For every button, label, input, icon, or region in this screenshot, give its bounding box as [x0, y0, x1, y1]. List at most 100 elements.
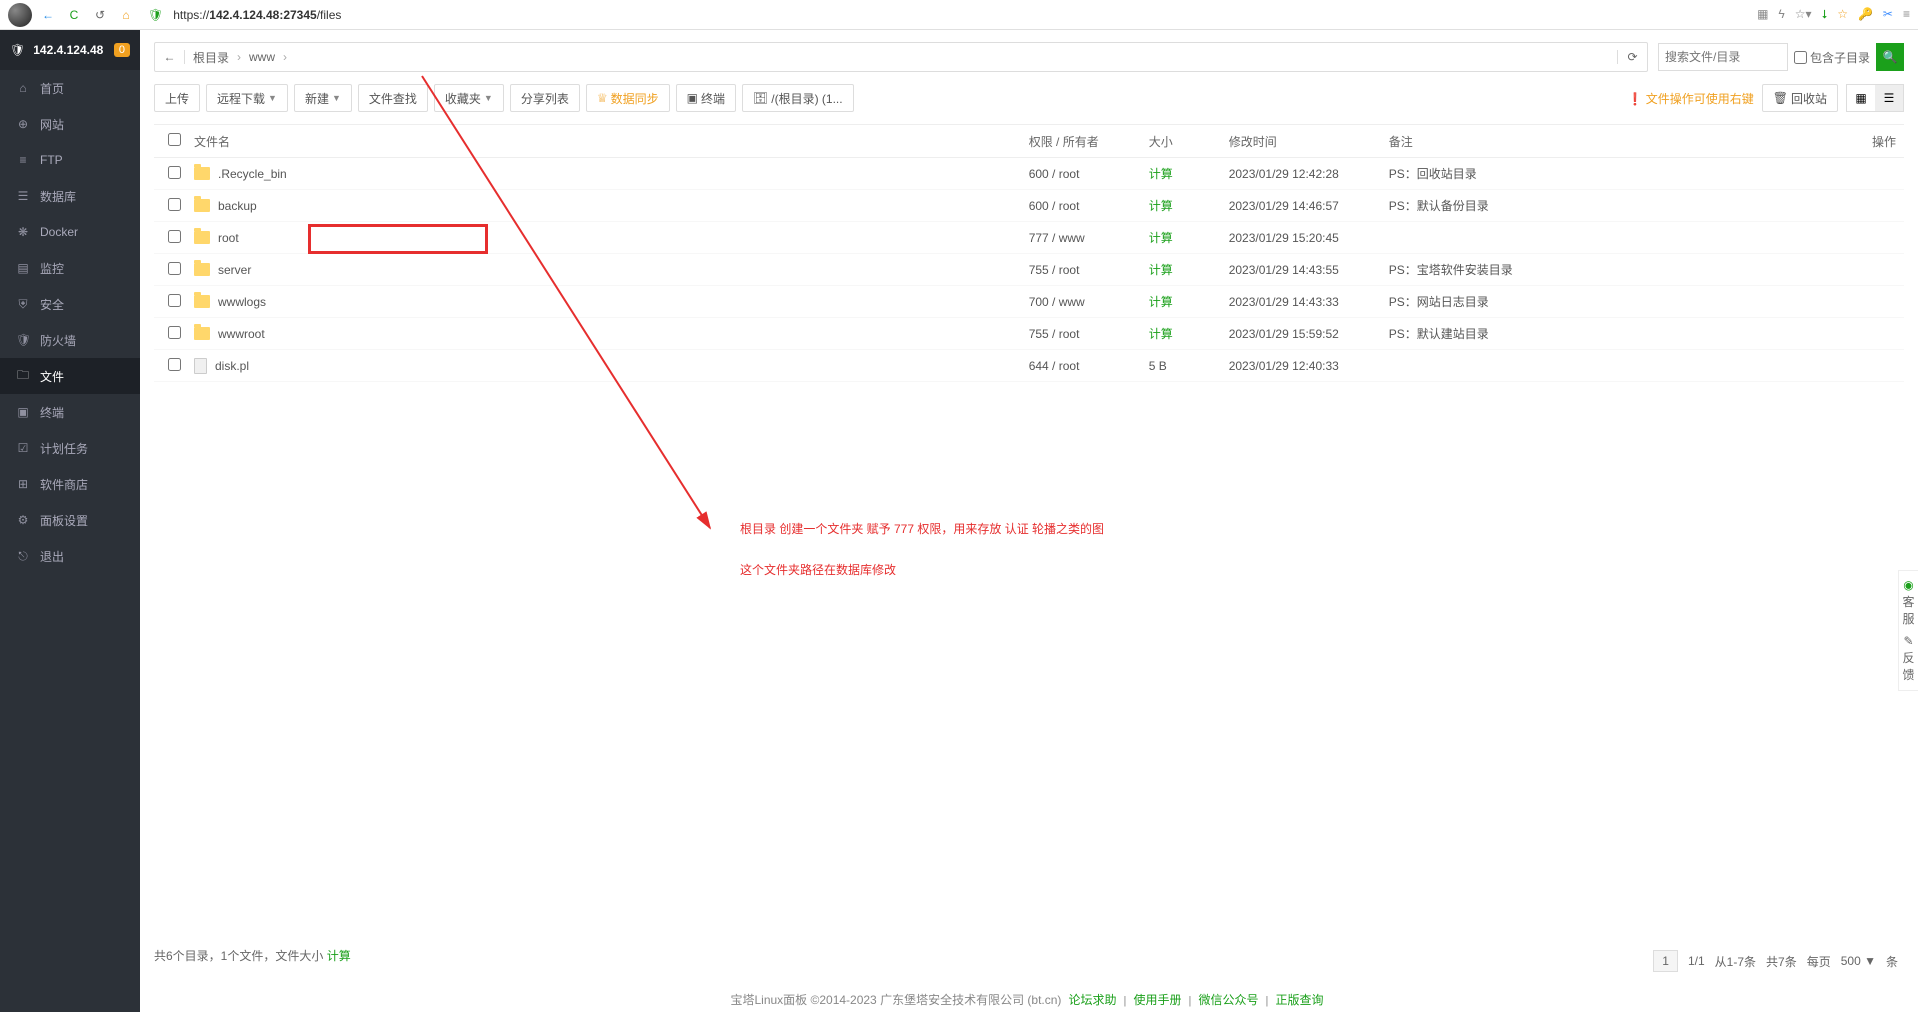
sidebar-item-8[interactable]: 🗀文件: [0, 358, 140, 394]
file-name[interactable]: wwwlogs: [218, 295, 266, 309]
recycle-button[interactable]: 🗑 回收站: [1762, 84, 1838, 112]
crumb-root[interactable]: 根目录: [185, 49, 237, 66]
avatar[interactable]: [8, 3, 32, 27]
back-icon[interactable]: ←: [38, 5, 58, 25]
file-time: 2023/01/29 15:20:45: [1229, 231, 1389, 245]
remote-download-button[interactable]: 远程下载▼: [206, 84, 288, 112]
data-sync-button[interactable]: ♕ 数据同步: [586, 84, 670, 112]
key-icon[interactable]: 🔑: [1858, 7, 1873, 22]
search-input[interactable]: [1658, 43, 1788, 71]
row-checkbox[interactable]: [168, 198, 181, 211]
disk-button[interactable]: 🗄 /(根目录) (1...: [742, 84, 854, 112]
table-row[interactable]: root777 / www计算2023/01/29 15:20:45: [154, 222, 1904, 254]
sidebar-item-5[interactable]: ▤监控: [0, 250, 140, 286]
folder-icon: [194, 199, 210, 212]
file-note: PS：默认建站目录: [1389, 325, 1844, 342]
footer-link[interactable]: 论坛求助: [1068, 993, 1116, 1007]
sidebar-item-3[interactable]: ☰数据库: [0, 178, 140, 214]
table-row[interactable]: server755 / root计算2023/01/29 14:43:55PS：…: [154, 254, 1904, 286]
perpage-select[interactable]: 500 ▼: [1841, 954, 1876, 968]
row-checkbox[interactable]: [168, 294, 181, 307]
sidebar-item-12[interactable]: ⚙面板设置: [0, 502, 140, 538]
row-checkbox[interactable]: [168, 230, 181, 243]
url-bar[interactable]: https://142.4.124.48:27345/files: [173, 8, 341, 22]
refresh-icon[interactable]: ⟳: [1617, 50, 1647, 64]
flash-icon[interactable]: ϟ: [1778, 7, 1784, 22]
sidebar-item-13[interactable]: ⎋退出: [0, 538, 140, 574]
share-list-button[interactable]: 分享列表: [510, 84, 580, 112]
sidebar-icon: ▣: [16, 405, 30, 419]
crumb-www[interactable]: www: [241, 50, 283, 64]
footer-link[interactable]: 使用手册: [1133, 993, 1181, 1007]
table-row[interactable]: wwwroot755 / root计算2023/01/29 15:59:52PS…: [154, 318, 1904, 350]
upload-button[interactable]: 上传: [154, 84, 200, 112]
file-name[interactable]: backup: [218, 199, 257, 213]
restore-icon[interactable]: ↺: [90, 5, 110, 25]
select-all-checkbox[interactable]: [168, 133, 181, 146]
file-name[interactable]: disk.pl: [215, 359, 249, 373]
star-icon[interactable]: ☆▾: [1795, 7, 1812, 22]
qr-icon[interactable]: ▦: [1757, 7, 1768, 22]
file-perm: 600 / root: [1029, 199, 1149, 213]
server-ip: 142.4.124.48: [33, 43, 103, 57]
search-button[interactable]: 🔍: [1876, 43, 1904, 71]
sidebar-item-2[interactable]: ≡FTP: [0, 142, 140, 178]
row-checkbox[interactable]: [168, 262, 181, 275]
include-subdir-checkbox[interactable]: 包含子目录: [1794, 49, 1870, 66]
col-op: 操作: [1844, 133, 1904, 150]
sidebar-item-0[interactable]: ⌂首页: [0, 70, 140, 106]
table-row[interactable]: .Recycle_bin600 / root计算2023/01/29 12:42…: [154, 158, 1904, 190]
sidebar-icon: ⎋: [16, 549, 30, 564]
footer-link[interactable]: 正版查询: [1275, 993, 1323, 1007]
file-search-button[interactable]: 文件查找: [358, 84, 428, 112]
table-row[interactable]: backup600 / root计算2023/01/29 14:46:57PS：…: [154, 190, 1904, 222]
new-button[interactable]: 新建▼: [294, 84, 352, 112]
sidebar-item-10[interactable]: ☑计划任务: [0, 430, 140, 466]
calc-link[interactable]: 计算: [327, 949, 351, 963]
favorites-button[interactable]: 收藏夹▼: [434, 84, 504, 112]
toolbar: 上传 远程下载▼ 新建▼ 文件查找 收藏夹▼ 分享列表 ♕ 数据同步 ▣ 终端 …: [140, 84, 1918, 124]
calc-link[interactable]: 计算: [1149, 167, 1173, 181]
sidebar-icon: 🛡: [16, 333, 30, 347]
table-row[interactable]: disk.pl644 / root5 B2023/01/29 12:40:33: [154, 350, 1904, 382]
calc-link[interactable]: 计算: [1149, 327, 1173, 341]
scissors-icon[interactable]: ✂: [1883, 7, 1893, 22]
home-icon[interactable]: ⌂: [116, 5, 136, 25]
menu-icon[interactable]: ≡: [1903, 7, 1910, 22]
sidebar-label: 数据库: [40, 188, 76, 205]
row-checkbox[interactable]: [168, 166, 181, 179]
float-sidebar[interactable]: ◉ 客服 ✎ 反馈: [1898, 570, 1918, 691]
terminal-button[interactable]: ▣ 终端: [676, 84, 736, 112]
sidebar-item-1[interactable]: ⊕网站: [0, 106, 140, 142]
calc-link[interactable]: 计算: [1149, 263, 1173, 277]
col-name[interactable]: 文件名: [194, 133, 1029, 150]
footer-link[interactable]: 微信公众号: [1198, 993, 1258, 1007]
file-name[interactable]: wwwroot: [218, 327, 265, 341]
col-time[interactable]: 修改时间: [1229, 133, 1389, 150]
file-time: 2023/01/29 14:43:55: [1229, 263, 1389, 277]
page-current[interactable]: 1: [1653, 950, 1678, 972]
file-name[interactable]: .Recycle_bin: [218, 167, 287, 181]
file-name[interactable]: root: [218, 231, 239, 245]
sidebar-item-11[interactable]: ⊞软件商店: [0, 466, 140, 502]
sidebar-item-7[interactable]: 🛡防火墙: [0, 322, 140, 358]
file-name[interactable]: server: [218, 263, 251, 277]
calc-link[interactable]: 计算: [1149, 199, 1173, 213]
col-perm[interactable]: 权限 / 所有者: [1029, 133, 1149, 150]
row-checkbox[interactable]: [168, 326, 181, 339]
calc-link[interactable]: 计算: [1149, 295, 1173, 309]
calc-link[interactable]: 计算: [1149, 231, 1173, 245]
notification-badge[interactable]: 0: [114, 43, 130, 57]
sidebar-item-6[interactable]: ⛨安全: [0, 286, 140, 322]
table-row[interactable]: wwwlogs700 / www计算2023/01/29 14:43:33PS：…: [154, 286, 1904, 318]
grid-view-icon[interactable]: ▦: [1847, 85, 1875, 111]
crumb-back-icon[interactable]: ←: [155, 50, 185, 64]
download-icon[interactable]: ⭣: [1822, 7, 1828, 22]
row-checkbox[interactable]: [168, 358, 181, 371]
col-size[interactable]: 大小: [1149, 133, 1229, 150]
sidebar-item-9[interactable]: ▣终端: [0, 394, 140, 430]
fav-icon[interactable]: ☆: [1837, 7, 1848, 22]
sidebar-item-4[interactable]: ❋Docker: [0, 214, 140, 250]
list-view-icon[interactable]: ☰: [1875, 85, 1903, 111]
reload-icon[interactable]: C: [64, 5, 84, 25]
